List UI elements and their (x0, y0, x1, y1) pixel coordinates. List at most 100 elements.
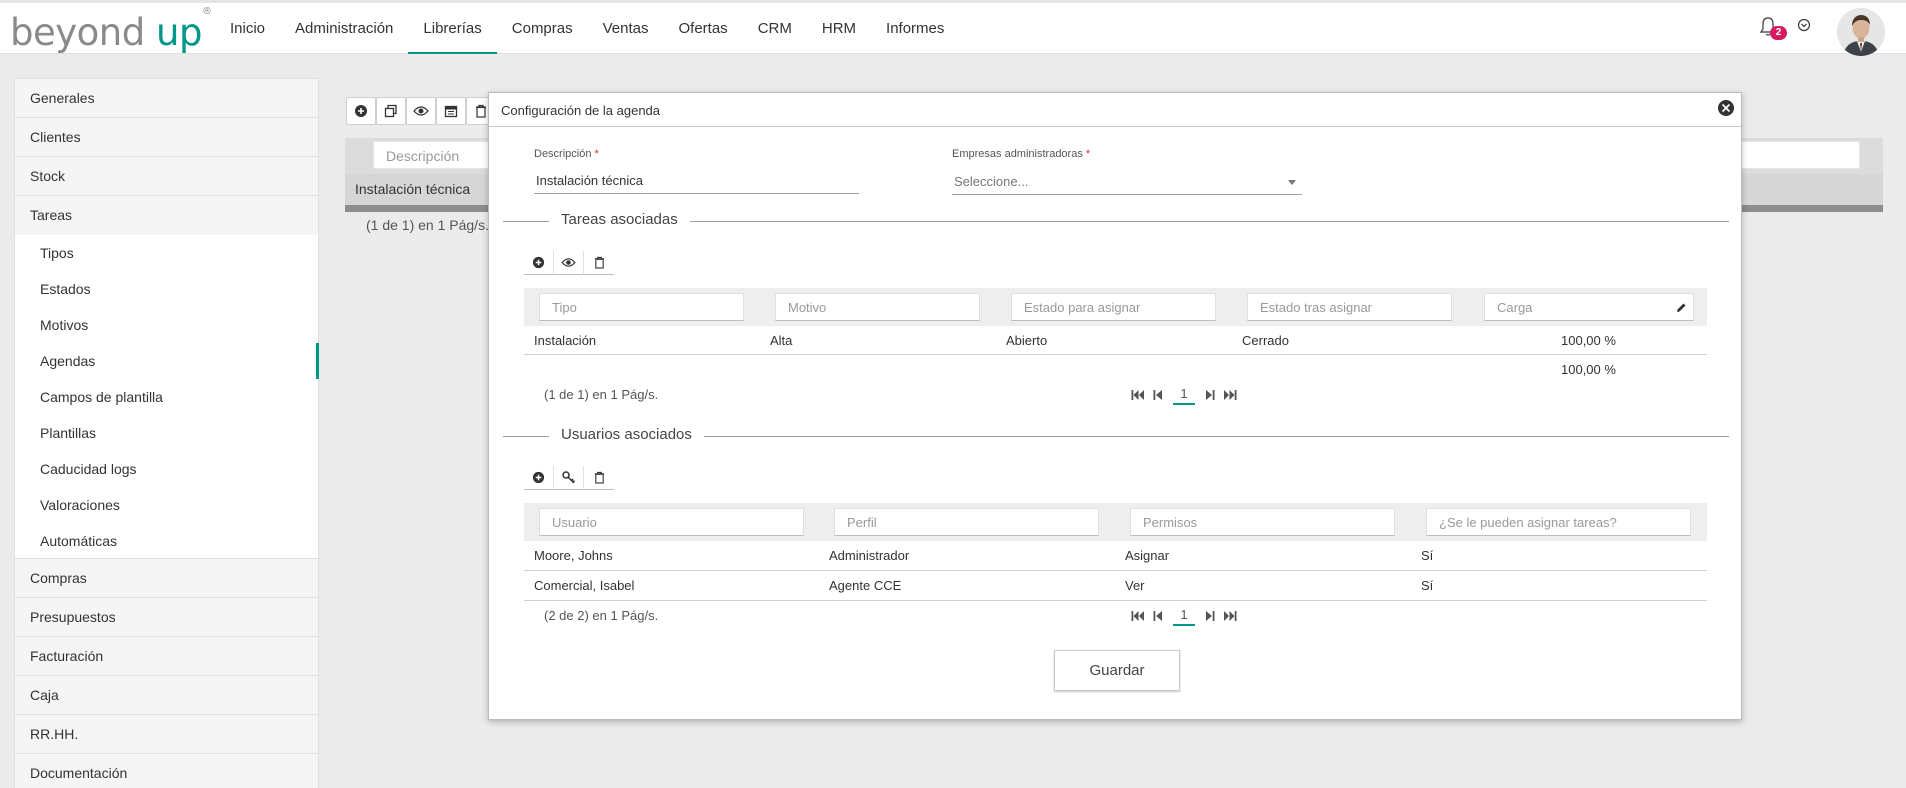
sidebar-subitem-agendas[interactable]: Agendas (15, 343, 319, 379)
companies-label-text: Empresas administradoras (952, 148, 1083, 160)
users-key-button[interactable] (554, 466, 584, 490)
sidebar-item-documentacion[interactable]: Documentación (15, 754, 318, 788)
sidebar-item-facturacion[interactable]: Facturación (15, 637, 318, 676)
tasks-filter-estado-tras[interactable]: Estado tras asignar (1247, 293, 1452, 321)
cell-permisos: Asignar (1125, 548, 1170, 563)
last-page-icon[interactable] (1223, 389, 1237, 401)
users-legend: Usuarios asociados (549, 426, 704, 443)
sidebar-item-generales[interactable]: Generales (15, 79, 318, 118)
nav-crm[interactable]: CRM (743, 3, 807, 54)
nav-ofertas[interactable]: Ofertas (664, 3, 743, 54)
sidebar-subitem-tipos[interactable]: Tipos (15, 235, 318, 271)
next-page-icon[interactable] (1205, 389, 1215, 401)
description-label-text: Descripción (534, 148, 592, 160)
add-icon[interactable] (346, 97, 376, 125)
first-page-icon[interactable] (1131, 610, 1145, 622)
sidebar-subitem-motivos[interactable]: Motivos (15, 307, 318, 343)
sidebar-subitem-plantillas[interactable]: Plantillas (15, 415, 318, 451)
view-icon (561, 258, 576, 267)
copy-icon[interactable] (376, 97, 406, 125)
view-icon[interactable] (406, 97, 436, 125)
sidebar-subitem-campos-plantilla[interactable]: Campos de plantilla (15, 379, 318, 415)
users-add-button[interactable] (524, 466, 554, 490)
tasks-filter-estado-asignar[interactable]: Estado para asignar (1011, 293, 1216, 321)
users-delete-button[interactable] (584, 466, 614, 490)
cell-perfil: Agente CCE (829, 578, 902, 593)
companies-select-value: Seleccione... (954, 174, 1029, 189)
top-bar: beyond up® Inicio Administración Librerí… (0, 0, 1906, 56)
notification-badge[interactable]: 2 (1770, 26, 1787, 40)
sidebar-item-tareas[interactable]: Tareas (15, 196, 318, 235)
sidebar-item-caja[interactable]: Caja (15, 676, 318, 715)
background-toolbar (346, 97, 496, 125)
tasks-add-button[interactable] (524, 251, 554, 275)
sidebar-subitem-estados[interactable]: Estados (15, 271, 318, 307)
chevron-circle-icon[interactable] (1797, 18, 1811, 32)
users-pager-text: (2 de 2) en 1 Pág/s. (544, 608, 659, 623)
nav-hrm[interactable]: HRM (807, 3, 871, 54)
tasks-filter-tipo[interactable]: Tipo (539, 293, 744, 321)
background-extra-filter[interactable] (1740, 141, 1860, 169)
cell-asignar: Sí (1421, 548, 1434, 563)
users-grid-header: Usuario Perfil Permisos ¿Se le pueden as… (524, 503, 1707, 541)
users-pager: 1 (1127, 606, 1241, 626)
users-filter-usuario[interactable]: Usuario (539, 508, 804, 536)
logo-registered-mark: ® (201, 5, 212, 17)
nav-administracion[interactable]: Administración (280, 3, 408, 54)
sidebar-item-clientes[interactable]: Clientes (15, 118, 318, 157)
sidebar: Generales Clientes Stock Tareas Tipos Es… (14, 78, 319, 788)
logo[interactable]: beyond up® (10, 6, 212, 54)
agenda-config-dialog: Configuración de la agenda Descripción *… (488, 92, 1742, 720)
sidebar-item-rrhh[interactable]: RR.HH. (15, 715, 318, 754)
nav-compras[interactable]: Compras (497, 3, 588, 54)
table-row[interactable]: Instalación Alta Abierto Cerrado 100,00 … (524, 326, 1707, 355)
first-page-icon[interactable] (1131, 389, 1145, 401)
companies-select[interactable]: Seleccione... (952, 169, 1302, 195)
users-filter-asignar[interactable]: ¿Se le pueden asignar tareas? (1426, 508, 1691, 536)
calendar-icon[interactable] (436, 97, 466, 125)
sidebar-item-presupuestos[interactable]: Presupuestos (15, 598, 318, 637)
next-page-icon[interactable] (1205, 610, 1215, 622)
table-row[interactable]: Comercial, Isabel Agente CCE Ver Sí (524, 571, 1707, 601)
save-button[interactable]: Guardar (1054, 650, 1180, 691)
sidebar-item-stock[interactable]: Stock (15, 157, 318, 196)
tasks-filter-carga[interactable]: Carga (1484, 293, 1694, 321)
required-mark: * (1085, 148, 1091, 160)
cell-motivo: Alta (770, 333, 793, 348)
prev-page-icon[interactable] (1153, 610, 1163, 622)
last-page-icon[interactable] (1223, 610, 1237, 622)
table-row[interactable]: Moore, Johns Administrador Asignar Sí (524, 541, 1707, 571)
users-filter-perfil[interactable]: Perfil (834, 508, 1099, 536)
sidebar-submenu-tareas: Tipos Estados Motivos Agendas Campos de … (15, 235, 319, 559)
close-icon[interactable] (1717, 99, 1735, 117)
tasks-delete-button[interactable] (584, 251, 614, 275)
tasks-total-carga: 100,00 % (1561, 362, 1616, 377)
sidebar-subitem-caducidad-logs[interactable]: Caducidad logs (15, 451, 318, 487)
prev-page-icon[interactable] (1153, 389, 1163, 401)
users-current-page[interactable]: 1 (1173, 606, 1195, 626)
nav-inicio[interactable]: Inicio (215, 3, 280, 54)
sidebar-subitem-valoraciones[interactable]: Valoraciones (15, 487, 318, 523)
delete-icon (594, 256, 604, 269)
tasks-filter-carga-text: Carga (1497, 300, 1533, 315)
cell-usuario: Comercial, Isabel (534, 578, 635, 593)
tasks-current-page[interactable]: 1 (1173, 385, 1195, 405)
nav-librerias[interactable]: Librerías (408, 3, 498, 54)
users-filter-permisos[interactable]: Permisos (1130, 508, 1395, 536)
main-nav: Inicio Administración Librerías Compras … (215, 3, 959, 54)
users-toolbar (524, 466, 614, 490)
tasks-pager-text: (1 de 1) en 1 Pág/s. (544, 387, 659, 402)
pencil-icon[interactable] (1675, 302, 1687, 314)
nav-ventas[interactable]: Ventas (588, 3, 664, 54)
sidebar-item-compras[interactable]: Compras (15, 559, 318, 598)
dialog-header: Configuración de la agenda (489, 93, 1741, 127)
user-avatar[interactable] (1837, 8, 1885, 56)
tasks-filter-motivo[interactable]: Motivo (775, 293, 980, 321)
tasks-view-button[interactable] (554, 251, 584, 275)
sidebar-subitem-automaticas[interactable]: Automáticas (15, 523, 318, 559)
tasks-toolbar (524, 251, 614, 275)
description-input[interactable]: Instalación técnica (534, 168, 859, 194)
nav-informes[interactable]: Informes (871, 3, 959, 54)
key-icon (561, 471, 575, 484)
logo-main: beyond (10, 11, 145, 54)
